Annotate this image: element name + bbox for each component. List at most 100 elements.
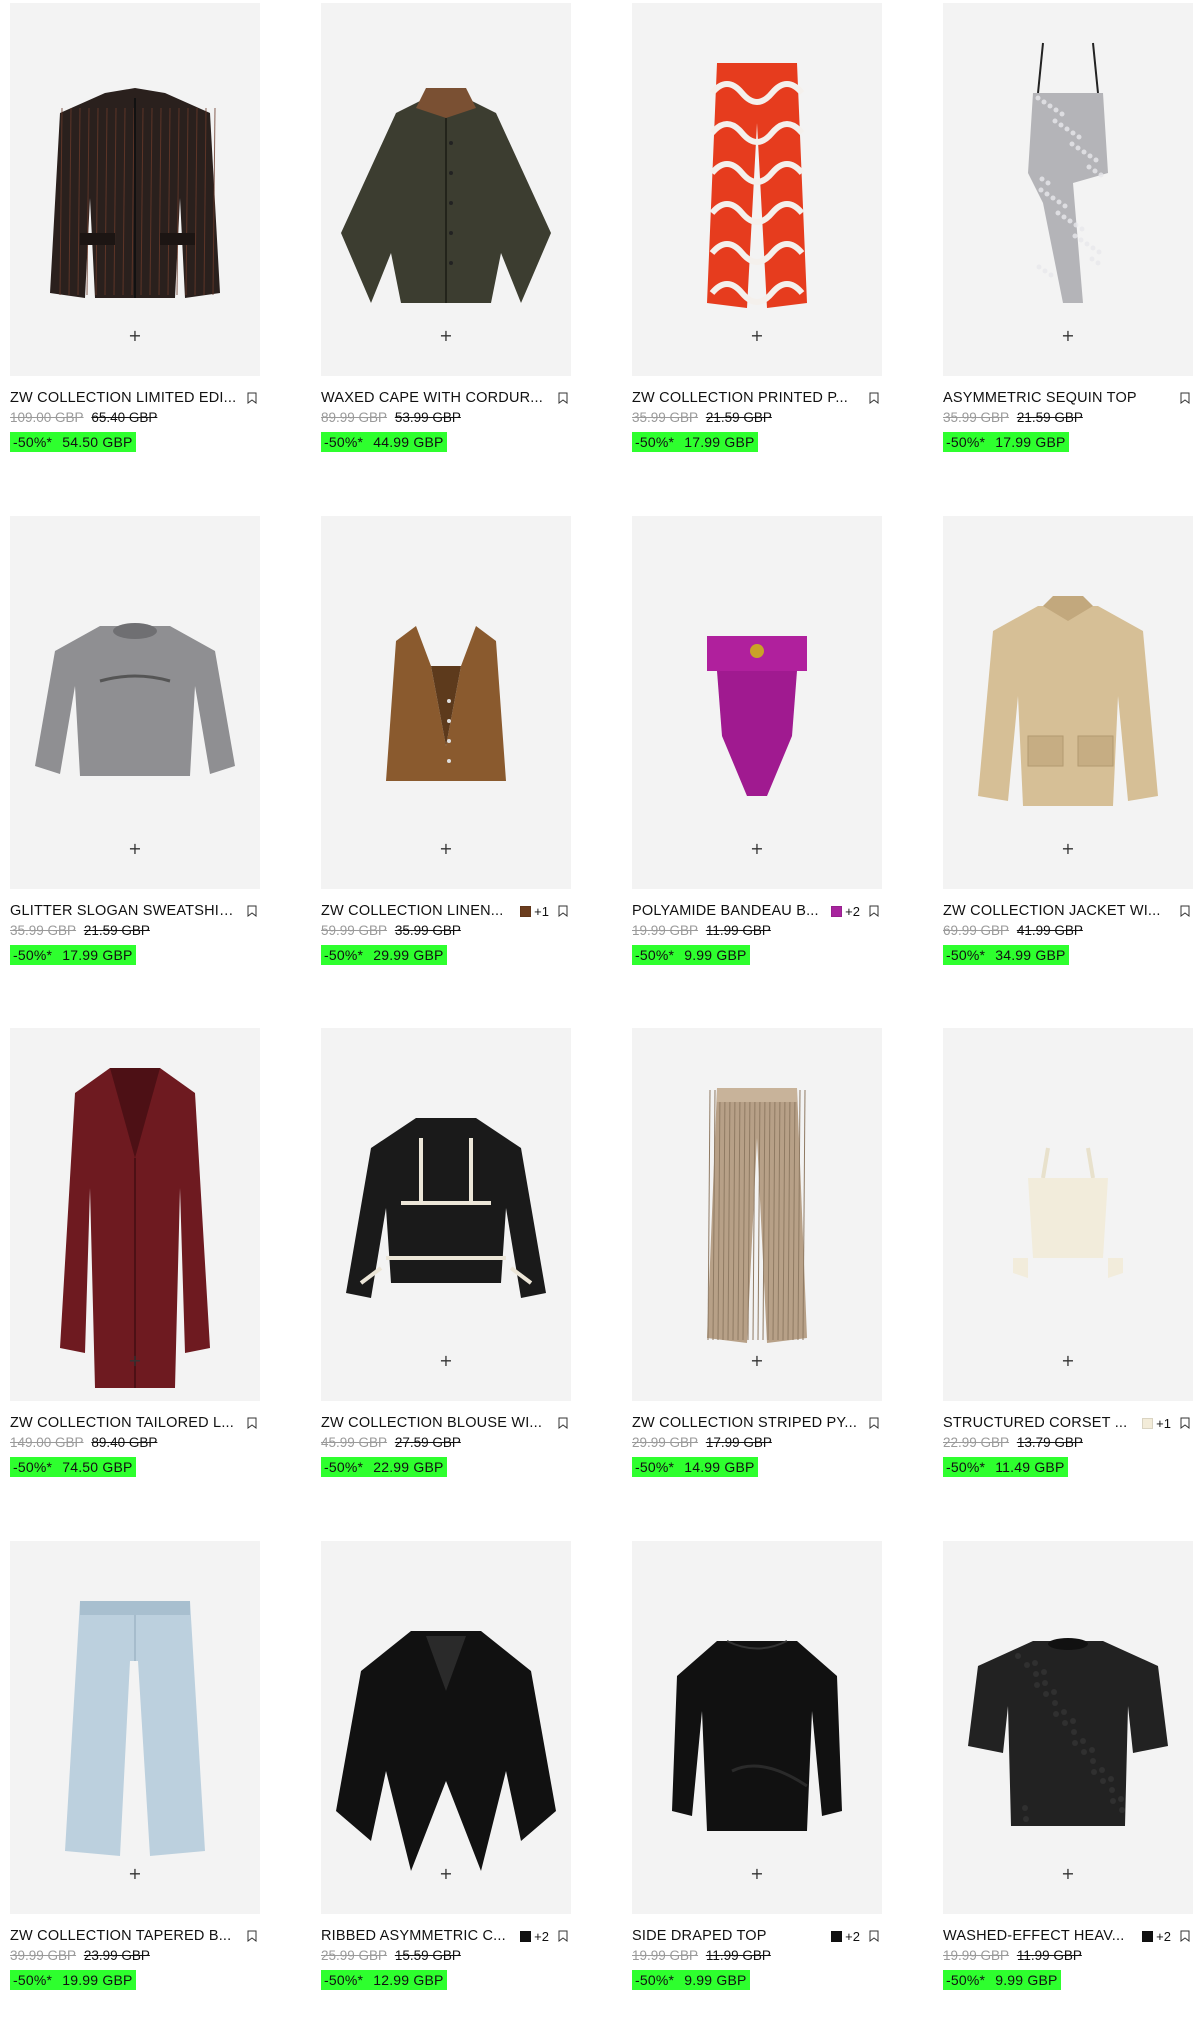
product-image[interactable]: + <box>943 1028 1193 1401</box>
product-name[interactable]: SIDE DRAPED TOP <box>632 1928 827 1944</box>
product-card[interactable]: + ZW COLLECTION TAPERED B... 39.99 GBP 2… <box>0 1538 292 2038</box>
bookmark-icon[interactable] <box>555 1415 571 1431</box>
add-to-bag-button[interactable]: + <box>1053 834 1083 864</box>
product-name[interactable]: ZW COLLECTION PRINTED P... <box>632 390 860 406</box>
add-to-bag-button[interactable]: + <box>120 834 150 864</box>
original-price: 59.99 GBP <box>321 923 388 938</box>
product-image[interactable]: + <box>10 1028 260 1401</box>
add-to-bag-button[interactable]: + <box>120 1859 150 1889</box>
product-image[interactable]: + <box>321 516 571 889</box>
sale-price: 9.99 GBP <box>684 1972 747 1988</box>
product-name[interactable]: ZW COLLECTION LINEN... <box>321 903 516 919</box>
product-image[interactable]: + <box>321 1028 571 1401</box>
bookmark-icon[interactable] <box>866 1928 882 1944</box>
bookmark-icon[interactable] <box>1177 903 1193 919</box>
product-name[interactable]: ASYMMETRIC SEQUIN TOP <box>943 390 1171 406</box>
product-name[interactable]: STRUCTURED CORSET ... <box>943 1415 1138 1431</box>
product-name[interactable]: GLITTER SLOGAN SWEATSHIRT <box>10 903 238 919</box>
add-to-bag-button[interactable]: + <box>431 321 461 351</box>
product-image[interactable]: + <box>943 3 1193 376</box>
add-to-bag-button[interactable]: + <box>431 1346 461 1376</box>
bookmark-icon[interactable] <box>866 903 882 919</box>
product-card[interactable]: + STRUCTURED CORSET ... +1 22.99 GBP 13.… <box>933 1025 1200 1525</box>
product-image[interactable]: + <box>10 3 260 376</box>
more-colors-count: +2 <box>534 1928 549 1944</box>
product-card[interactable]: + ZW COLLECTION PRINTED P... 35.99 GBP 2… <box>622 0 914 500</box>
product-image[interactable]: + <box>943 516 1193 889</box>
product-name[interactable]: ZW COLLECTION LIMITED EDI... <box>10 390 238 406</box>
product-card[interactable]: + ZW COLLECTION LINEN... +1 59.99 GBP 35… <box>311 513 603 1013</box>
product-name[interactable]: RIBBED ASYMMETRIC C... <box>321 1928 516 1944</box>
product-card[interactable]: + SIDE DRAPED TOP +2 19.99 GBP 11.99 GBP… <box>622 1538 914 2038</box>
color-swatch[interactable] <box>520 905 532 917</box>
color-swatch[interactable] <box>1142 1417 1154 1429</box>
product-image[interactable]: + <box>10 516 260 889</box>
product-image[interactable]: + <box>632 1541 882 1914</box>
product-image[interactable]: + <box>321 1541 571 1914</box>
bookmark-icon[interactable] <box>555 903 571 919</box>
product-image[interactable]: + <box>632 1028 882 1401</box>
product-card[interactable]: + GLITTER SLOGAN SWEATSHIRT 35.99 GBP 21… <box>0 513 292 1013</box>
bookmark-icon[interactable] <box>244 1928 260 1944</box>
product-name[interactable]: ZW COLLECTION BLOUSE WI... <box>321 1415 549 1431</box>
bookmark-icon[interactable] <box>244 1415 260 1431</box>
product-card[interactable]: + ZW COLLECTION JACKET WI... 69.99 GBP 4… <box>933 513 1200 1013</box>
product-card[interactable]: + WASHED-EFFECT HEAV... +2 19.99 GBP 11.… <box>933 1538 1200 2038</box>
add-to-bag-button[interactable]: + <box>742 321 772 351</box>
color-swatches[interactable]: +1 <box>520 904 549 919</box>
color-swatches[interactable]: +2 <box>520 1929 549 1944</box>
color-swatches[interactable]: +1 <box>1142 1416 1171 1431</box>
product-name[interactable]: ZW COLLECTION TAILORED L... <box>10 1415 238 1431</box>
color-swatches[interactable]: +2 <box>831 904 860 919</box>
add-to-bag-button[interactable]: + <box>120 321 150 351</box>
product-card[interactable]: + ZW COLLECTION STRIPED PY... 29.99 GBP … <box>622 1025 914 1525</box>
color-swatches[interactable]: +2 <box>1142 1929 1171 1944</box>
bookmark-icon[interactable] <box>555 1928 571 1944</box>
add-to-bag-button[interactable]: + <box>1053 1859 1083 1889</box>
add-to-bag-button[interactable]: + <box>1053 321 1083 351</box>
product-image[interactable]: + <box>321 3 571 376</box>
product-image[interactable]: + <box>943 1541 1193 1914</box>
product-name[interactable]: POLYAMIDE BANDEAU B... <box>632 903 827 919</box>
product-card[interactable]: + RIBBED ASYMMETRIC C... +2 25.99 GBP 15… <box>311 1538 603 2038</box>
previous-price: 17.99 GBP <box>705 1435 772 1450</box>
bookmark-icon[interactable] <box>555 390 571 406</box>
product-image[interactable]: + <box>10 1541 260 1914</box>
bookmark-icon[interactable] <box>1177 1928 1193 1944</box>
product-image[interactable]: + <box>632 3 882 376</box>
bookmark-icon[interactable] <box>1177 390 1193 406</box>
product-image[interactable]: + <box>632 516 882 889</box>
add-to-bag-button[interactable]: + <box>742 1346 772 1376</box>
product-name[interactable]: ZW COLLECTION JACKET WI... <box>943 903 1171 919</box>
product-card[interactable]: + POLYAMIDE BANDEAU B... +2 19.99 GBP 11… <box>622 513 914 1013</box>
bookmark-icon[interactable] <box>244 903 260 919</box>
previous-price: 23.99 GBP <box>83 1948 150 1963</box>
bookmark-icon[interactable] <box>1177 1415 1193 1431</box>
discount-label: -50%* <box>13 434 53 450</box>
add-to-bag-button[interactable]: + <box>120 1346 150 1376</box>
sale-price: 9.99 GBP <box>684 947 747 963</box>
color-swatch[interactable] <box>831 905 843 917</box>
add-to-bag-button[interactable]: + <box>742 834 772 864</box>
add-to-bag-button[interactable]: + <box>431 834 461 864</box>
add-to-bag-button[interactable]: + <box>1053 1346 1083 1376</box>
color-swatch[interactable] <box>520 1930 532 1942</box>
bookmark-icon[interactable] <box>866 390 882 406</box>
product-card[interactable]: + ZW COLLECTION BLOUSE WI... 45.99 GBP 2… <box>311 1025 603 1525</box>
add-to-bag-button[interactable]: + <box>431 1859 461 1889</box>
product-name[interactable]: ZW COLLECTION STRIPED PY... <box>632 1415 860 1431</box>
color-swatches[interactable]: +2 <box>831 1929 860 1944</box>
bookmark-icon[interactable] <box>866 1415 882 1431</box>
discount-label: -50%* <box>13 947 53 963</box>
bookmark-icon[interactable] <box>244 390 260 406</box>
product-card[interactable]: + ASYMMETRIC SEQUIN TOP 35.99 GBP 21.59 … <box>933 0 1200 500</box>
product-name[interactable]: ZW COLLECTION TAPERED B... <box>10 1928 238 1944</box>
color-swatch[interactable] <box>1142 1930 1154 1942</box>
product-card[interactable]: + WAXED CAPE WITH CORDUR... 89.99 GBP 53… <box>311 0 603 500</box>
product-card[interactable]: + ZW COLLECTION LIMITED EDI... 109.00 GB… <box>0 0 292 500</box>
product-name[interactable]: WAXED CAPE WITH CORDUR... <box>321 390 549 406</box>
color-swatch[interactable] <box>831 1930 843 1942</box>
add-to-bag-button[interactable]: + <box>742 1859 772 1889</box>
product-name[interactable]: WASHED-EFFECT HEAV... <box>943 1928 1138 1944</box>
product-card[interactable]: + ZW COLLECTION TAILORED L... 149.00 GBP… <box>0 1025 292 1525</box>
